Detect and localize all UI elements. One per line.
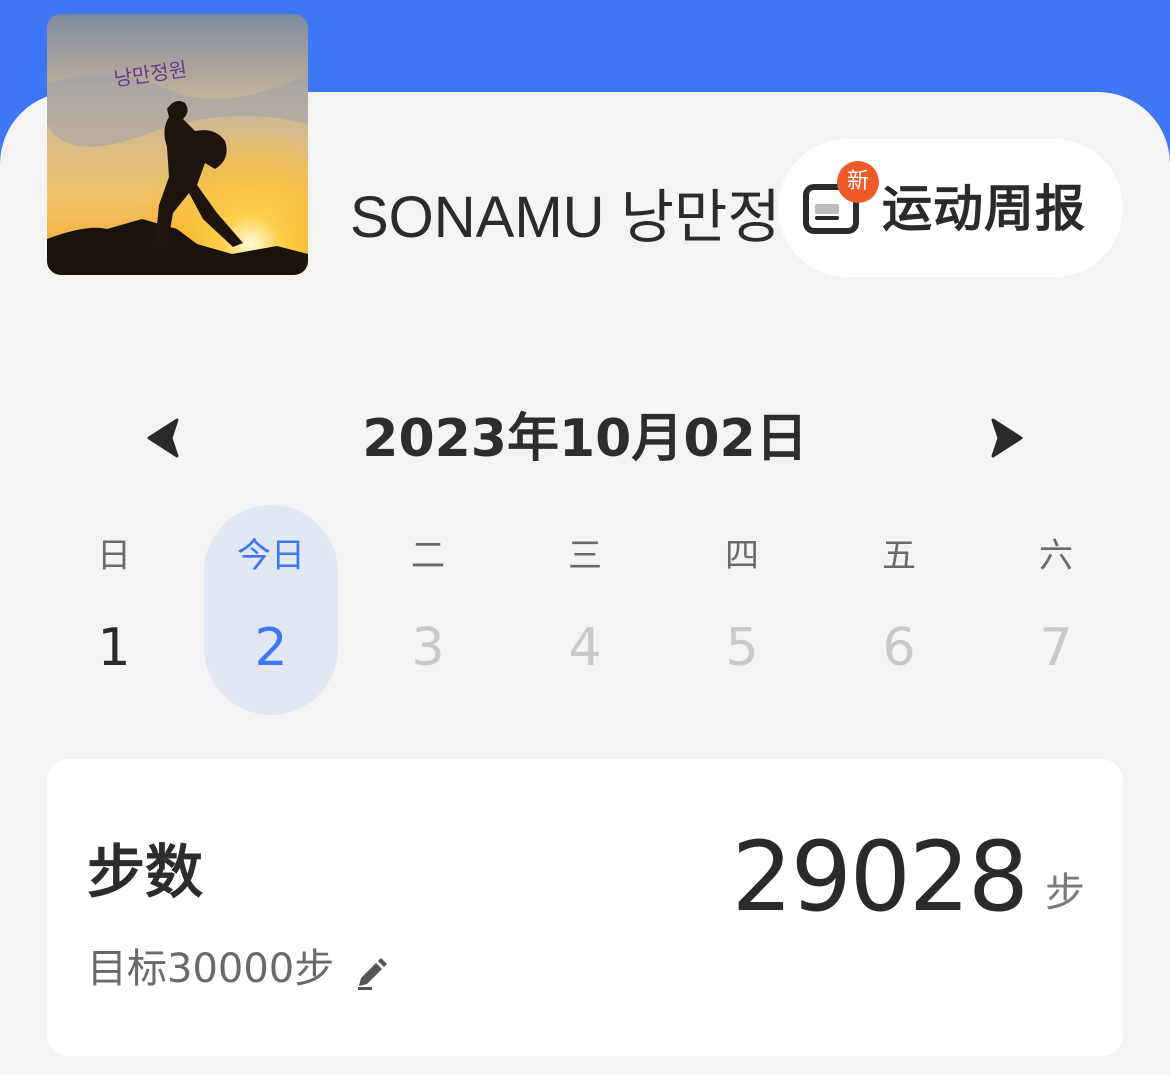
steps-goal: 目标30000步 [87,946,335,992]
user-avatar[interactable]: 낭만정원 [47,14,308,275]
day-column-6[interactable]: 五 6 [832,505,966,715]
day-column-today[interactable]: 今日 2 [204,505,338,715]
triangle-right-icon [991,418,1023,458]
weekday-label: 二 [411,536,445,576]
weekday-label: 三 [568,536,602,576]
day-number: 3 [411,618,445,678]
new-badge: 新 [837,161,879,203]
user-name[interactable]: SONAMU 낭만정 [350,180,810,256]
day-column-7[interactable]: 六 7 [989,505,1123,715]
weekday-label: 六 [1039,536,1073,576]
day-number: 7 [1039,618,1073,678]
weekday-label: 今日 [237,536,305,576]
week-strip: 日 1 今日 2 二 3 三 4 四 5 五 6 六 7 [35,505,1135,715]
day-number: 1 [97,618,131,678]
weekday-label: 日 [97,536,131,576]
day-number: 6 [882,618,916,678]
weekday-label: 五 [882,536,916,576]
day-column-3[interactable]: 二 3 [361,505,495,715]
weekly-report-button[interactable]: 新 运动周报 [778,139,1123,277]
day-number: 2 [254,618,288,678]
next-date-button[interactable] [987,416,1027,460]
date-title[interactable]: 2023年10月02日 [300,404,870,474]
triangle-left-icon [147,418,179,458]
avatar-image: 낭만정원 [47,14,308,275]
pencil-icon[interactable] [354,957,388,991]
day-number: 4 [568,618,602,678]
steps-title: 步数 [87,838,204,906]
weekday-label: 四 [725,536,759,576]
day-number: 5 [725,618,759,678]
prev-date-button[interactable] [143,416,183,460]
day-column-1[interactable]: 日 1 [47,505,181,715]
weekly-report-label: 运动周报 [882,180,1086,238]
steps-unit: 步 [1045,870,1085,916]
steps-card[interactable]: 步数 目标30000步 29028 步 [47,759,1123,1056]
day-column-4[interactable]: 三 4 [518,505,652,715]
day-column-5[interactable]: 四 5 [675,505,809,715]
steps-value: 29028 [731,821,1029,933]
